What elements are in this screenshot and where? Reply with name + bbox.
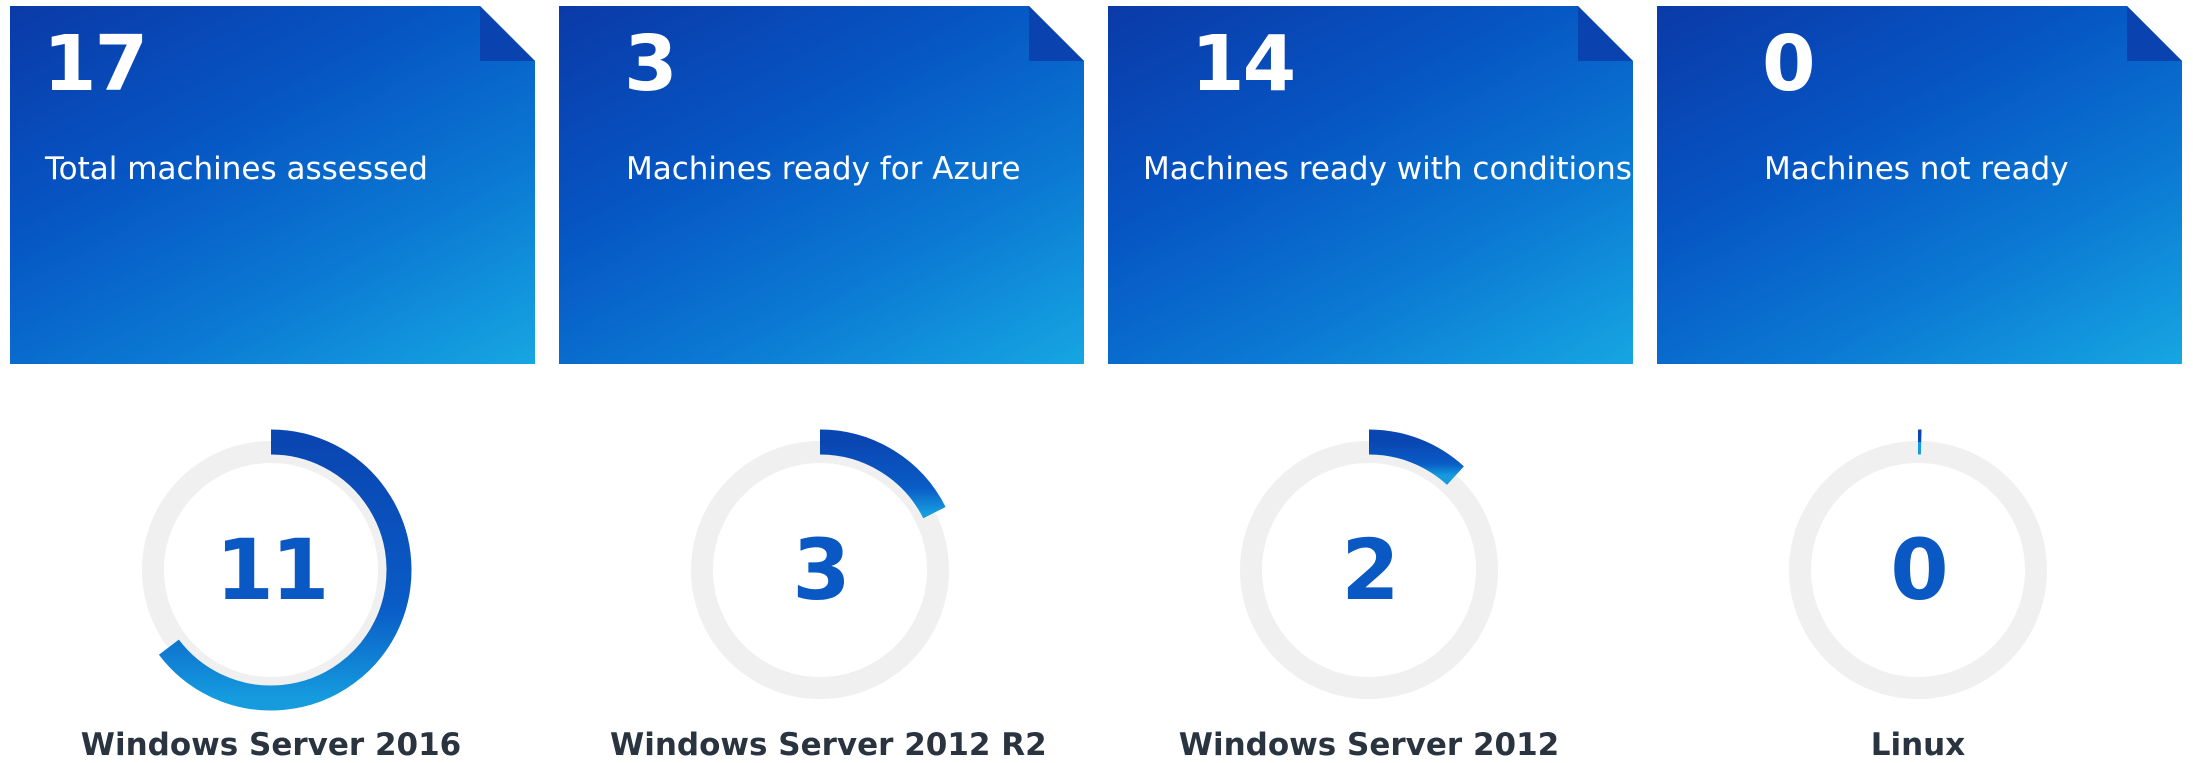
- os-donut-linux: 0: [1773, 425, 2063, 715]
- total-machines-value: 17: [43, 26, 146, 103]
- summary-card-not-ready: 0 Machines not ready: [1657, 6, 2182, 364]
- os-label: Linux: [1708, 727, 2128, 763]
- card-fold-corner: [1578, 6, 1633, 61]
- not-ready-machines-value: 0: [1762, 26, 1814, 103]
- os-donut-windows-server-2016: 11: [126, 425, 416, 715]
- conditional-machines-value: 14: [1191, 26, 1294, 103]
- os-count-value: 2: [1224, 425, 1514, 715]
- os-count-value: 11: [126, 425, 416, 715]
- os-count-value: 0: [1773, 425, 2063, 715]
- summary-card-ready: 3 Machines ready for Azure: [559, 6, 1084, 364]
- os-donut-windows-server-2012: 2: [1224, 425, 1514, 715]
- summary-card-conditional: 14 Machines ready with conditions: [1108, 6, 1633, 364]
- os-label: Windows Server 2016: [61, 727, 481, 763]
- card-fold-corner: [480, 6, 535, 61]
- conditional-machines-label: Machines ready with conditions: [1143, 152, 1632, 186]
- os-count-value: 3: [675, 425, 965, 715]
- os-label: Windows Server 2012 R2: [610, 727, 1030, 763]
- ready-machines-label: Machines ready for Azure: [626, 152, 1021, 186]
- card-fold-corner: [1029, 6, 1084, 61]
- summary-card-total: 17 Total machines assessed: [10, 6, 535, 364]
- total-machines-label: Total machines assessed: [45, 152, 428, 186]
- os-donut-windows-server-2012-r2: 3: [675, 425, 965, 715]
- card-fold-corner: [2127, 6, 2182, 61]
- ready-machines-value: 3: [624, 26, 676, 103]
- not-ready-machines-label: Machines not ready: [1764, 152, 2069, 186]
- os-label: Windows Server 2012: [1159, 727, 1579, 763]
